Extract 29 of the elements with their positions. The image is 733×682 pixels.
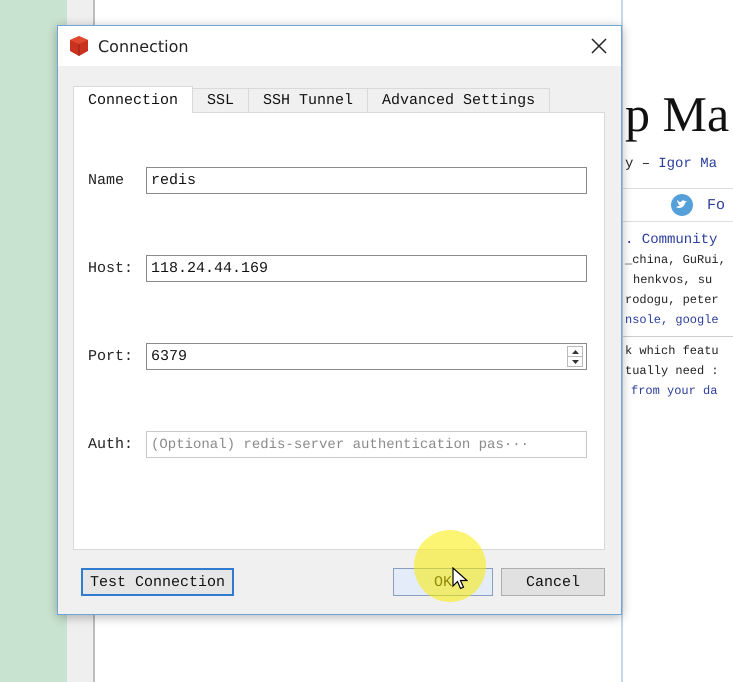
spin-field[interactable]: 6379 — [146, 343, 587, 370]
text-line: _china, GuRui, — [624, 252, 727, 269]
tab[interactable]: Connection — [73, 86, 194, 113]
byline-text: y – — [625, 156, 650, 172]
cube-icon — [68, 35, 90, 57]
field-label: Auth: — [88, 436, 134, 453]
input-field[interactable]: (Optional) redis-server authentication pas··· — [146, 431, 587, 458]
follow-text: Fo — [707, 196, 726, 214]
text-line: henkvos, su — [632, 272, 714, 289]
dialog-button[interactable]: Cancel — [501, 568, 605, 596]
field-label: Port: — [88, 348, 134, 365]
field-label: Name — [88, 172, 126, 189]
page-heading: p Ma — [624, 85, 730, 144]
author-link[interactable]: Igor Ma — [658, 156, 718, 172]
link-text[interactable]: nsole, google — [623, 310, 733, 330]
text-line: tually need : — [624, 363, 720, 380]
field-label: Host: — [88, 260, 134, 277]
input-field[interactable]: 118.24.44.169 — [146, 255, 587, 282]
link-text[interactable]: . Community — [623, 230, 733, 250]
tab[interactable]: Advanced Settings — [367, 88, 550, 113]
dialog-button[interactable]: Test Connection — [81, 568, 234, 596]
window-title: Connection — [98, 36, 190, 56]
spinner-icon — [567, 346, 583, 367]
cursor-icon — [452, 567, 468, 591]
bird-icon — [671, 194, 693, 216]
input-field[interactable]: redis — [146, 167, 587, 194]
text-line: rodogu, peter — [624, 292, 720, 309]
text-line: k which featu — [624, 343, 720, 360]
link-text[interactable]: from your da — [623, 381, 733, 401]
